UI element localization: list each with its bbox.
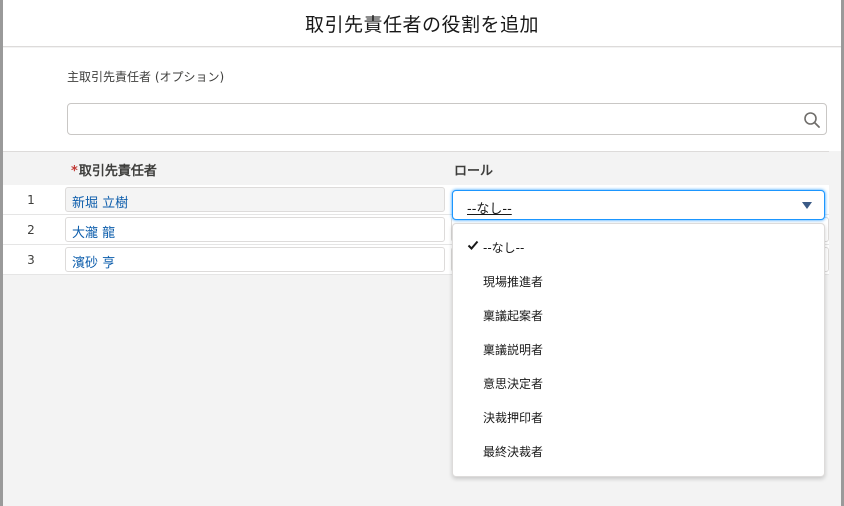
role-select-active[interactable]: --なし-- xyxy=(452,190,825,220)
search-icon[interactable] xyxy=(803,111,821,129)
contact-link[interactable]: 新堀 立樹 xyxy=(72,192,128,211)
contact-link[interactable]: 濱砂 亨 xyxy=(72,252,115,271)
dropdown-option[interactable]: --なし-- xyxy=(453,229,824,263)
dropdown-option[interactable]: 稟議起案者 xyxy=(453,297,824,331)
role-select-value: --なし-- xyxy=(467,202,512,217)
column-header-contact-label: 取引先責任者 xyxy=(78,164,157,179)
caret-down-icon[interactable] xyxy=(802,202,812,209)
dropdown-option-label: 現場推進者 xyxy=(483,275,544,289)
dropdown-option-label: 稟議起案者 xyxy=(483,309,544,323)
dropdown-option-label: 最終決裁者 xyxy=(483,445,544,459)
dropdown-option[interactable]: 意思決定者 xyxy=(453,365,824,399)
column-header-role: ロール xyxy=(454,164,494,179)
primary-contact-label: 主取引先責任者 (オプション) xyxy=(67,70,225,84)
row-number: 3 xyxy=(27,253,35,267)
contact-field[interactable]: 濱砂 亨 xyxy=(65,247,445,272)
required-marker: * xyxy=(71,164,78,179)
modal-title: 取引先責任者の役割を追加 xyxy=(3,0,841,47)
column-header-contact: *取引先責任者 xyxy=(71,160,157,179)
dropdown-option-label: --なし-- xyxy=(483,241,525,255)
contact-field[interactable]: 新堀 立樹 xyxy=(65,187,445,212)
primary-contact-search-input[interactable] xyxy=(67,103,827,135)
row-number: 1 xyxy=(27,193,35,207)
contact-link[interactable]: 大瀧 龍 xyxy=(72,222,115,241)
modal-dialog: 取引先責任者の役割を追加 主取引先責任者 (オプション) *取引先責任者 ロール… xyxy=(3,0,841,506)
role-dropdown-list: --なし-- 現場推進者 稟議起案者 稟議説明者 意思決定者 決裁押印者 最終決… xyxy=(452,223,825,477)
dropdown-option[interactable]: 現場推進者 xyxy=(453,263,824,297)
primary-contact-section: 主取引先責任者 (オプション) xyxy=(3,48,841,151)
contact-field[interactable]: 大瀧 龍 xyxy=(65,217,445,242)
row-number: 2 xyxy=(27,223,35,237)
dropdown-option-label: 稟議説明者 xyxy=(483,343,544,357)
dropdown-option[interactable]: 最終決裁者 xyxy=(453,433,824,467)
check-icon xyxy=(467,240,479,250)
dropdown-option-label: 決裁押印者 xyxy=(483,411,544,425)
dropdown-option-label: 意思決定者 xyxy=(483,377,544,391)
dropdown-option[interactable]: 稟議説明者 xyxy=(453,331,824,365)
table-header: *取引先責任者 ロール xyxy=(3,151,829,185)
dropdown-option[interactable]: 決裁押印者 xyxy=(453,399,824,433)
